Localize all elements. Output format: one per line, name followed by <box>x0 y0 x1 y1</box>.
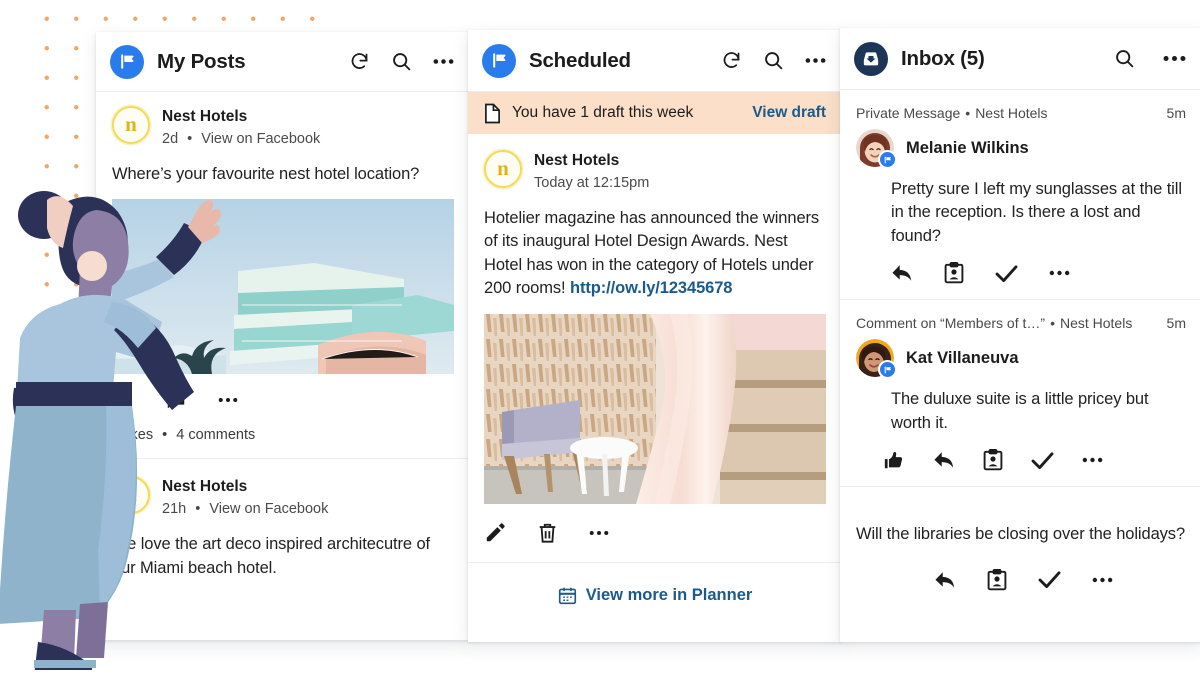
inbox-action-bar <box>856 547 1186 606</box>
facebook-flag-badge <box>878 150 897 169</box>
post-time: Today at 12:15pm <box>534 174 650 191</box>
inbox-sender-name: Kat Villaneuva <box>906 348 1019 367</box>
avatar: n <box>112 106 150 144</box>
post-author: Nest Hotels <box>534 152 620 169</box>
avatar <box>856 339 897 380</box>
flag-icon <box>110 44 144 79</box>
resolve-icon[interactable] <box>1031 451 1054 470</box>
more-icon[interactable] <box>1049 270 1070 276</box>
more-icon[interactable] <box>218 397 238 403</box>
draft-banner: You have 1 draft this week View draft <box>468 92 842 134</box>
inbox-item-meta: Private Message • Nest Hotels 5m <box>856 105 1186 121</box>
refresh-icon[interactable] <box>349 51 370 72</box>
planner-label: View more in Planner <box>585 585 753 604</box>
more-icon[interactable] <box>433 58 454 65</box>
inbox-header: Inbox (5) <box>840 28 1200 90</box>
resolve-icon[interactable] <box>1038 570 1061 589</box>
post-time: 2d <box>162 130 179 147</box>
inbox-message-text: The duluxe suite is a little pricey but … <box>891 390 1149 432</box>
post-image-hotel-interior <box>484 313 826 504</box>
post-submeta: 2d • View on Facebook <box>162 129 320 150</box>
inbox-item-time: 5m <box>1166 105 1186 121</box>
inbox-item-account: Nest Hotels <box>975 105 1048 121</box>
more-icon[interactable] <box>1092 577 1113 583</box>
panel-scheduled: Scheduled You have 1 draft this week Vie… <box>468 30 842 642</box>
inbox-sender-name: Melanie Wilkins <box>906 138 1029 157</box>
reply-icon[interactable] <box>891 263 913 283</box>
inbox-icon <box>854 41 888 76</box>
illustration-woman <box>0 191 194 670</box>
like-icon[interactable] <box>883 449 905 471</box>
avatar <box>856 129 897 169</box>
edit-icon[interactable] <box>484 522 506 544</box>
post-author: Nest Hotels <box>162 108 248 125</box>
search-icon[interactable] <box>1114 48 1135 69</box>
view-more-in-planner-button[interactable]: View more in Planner <box>468 561 842 628</box>
page-title: My Posts <box>157 49 246 73</box>
post-source-link[interactable]: View on Facebook <box>201 131 320 147</box>
panel-inbox: Inbox (5) Private Message • Nest Hotels … <box>840 28 1200 642</box>
page-title: Scheduled <box>529 48 631 72</box>
more-icon[interactable] <box>1082 457 1103 463</box>
view-draft-link[interactable]: View draft <box>752 104 826 122</box>
page-title: Inbox (5) <box>901 46 985 70</box>
inbox-list-item[interactable]: Private Message • Nest Hotels 5m Melanie… <box>840 90 1200 299</box>
document-icon <box>484 103 501 124</box>
assign-icon[interactable] <box>944 262 964 284</box>
more-icon[interactable] <box>805 57 826 64</box>
inbox-item-meta: Comment on “Members of t…” • Nest Hotels… <box>856 315 1186 331</box>
inbox-message-text: Will the libraries be closing over the h… <box>856 525 1186 544</box>
flag-icon <box>482 43 516 78</box>
assign-icon[interactable] <box>983 449 1003 471</box>
scheduled-action-bar <box>484 504 826 562</box>
post-text: Hotelier magazine has announced the winn… <box>484 207 826 301</box>
facebook-flag-badge <box>878 360 897 380</box>
reply-icon[interactable] <box>934 570 956 590</box>
scheduled-header: Scheduled <box>468 30 842 92</box>
inbox-list-item[interactable]: Comment on “Members of t…” • Nest Hotels… <box>840 300 1200 486</box>
assign-icon[interactable] <box>987 568 1007 591</box>
separator-dot: • <box>1050 315 1055 332</box>
inbox-item-time: 5m <box>1166 315 1186 332</box>
avatar: n <box>484 150 522 188</box>
inbox-list-item[interactable]: Will the libraries be closing over the h… <box>840 487 1200 605</box>
resolve-icon[interactable] <box>995 264 1018 283</box>
scheduled-post-item[interactable]: n Nest Hotels Today at 12:15pm Hotelier … <box>468 134 842 562</box>
separator-dot: • <box>965 105 971 121</box>
post-source-link[interactable]: View on Facebook <box>209 501 328 517</box>
inbox-action-bar <box>856 435 1186 486</box>
inbox-item-type: Private Message <box>856 105 961 121</box>
post-shortlink[interactable]: http://ow.ly/12345678 <box>570 279 732 297</box>
inbox-action-bar <box>856 248 1186 299</box>
draft-banner-text: You have 1 draft this week <box>512 104 694 121</box>
inbox-message-text: Pretty sure I left my sunglasses at the … <box>891 180 1182 245</box>
more-icon[interactable] <box>1163 55 1186 62</box>
calendar-icon <box>558 586 577 605</box>
delete-icon[interactable] <box>537 522 558 544</box>
separator-dot: • <box>187 130 193 147</box>
inbox-item-type: Comment on “Members of t…” <box>856 315 1046 332</box>
search-icon[interactable] <box>763 50 784 71</box>
inbox-item-account: Nest Hotels <box>1059 315 1133 332</box>
search-icon[interactable] <box>391 51 412 72</box>
reply-icon[interactable] <box>933 450 955 470</box>
more-icon[interactable] <box>589 530 609 536</box>
refresh-icon[interactable] <box>721 50 742 71</box>
my-posts-header: My Posts <box>96 32 470 92</box>
